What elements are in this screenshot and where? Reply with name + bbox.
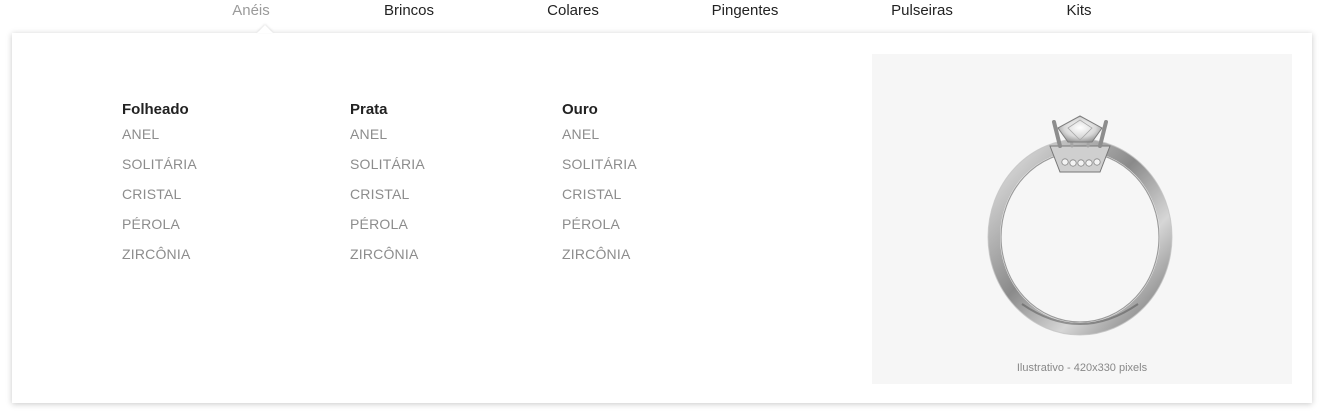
nav-item-pulseiras[interactable]: Pulseiras [891, 0, 953, 22]
menu-column-prata: Prata ANEL SOLITÁRIA CRISTAL PÉROLA ZIRC… [350, 101, 425, 269]
menu-column-ouro: Ouro ANEL SOLITÁRIA CRISTAL PÉROLA ZIRCÔ… [562, 101, 637, 269]
nav-item-aneis[interactable]: Anéis [232, 0, 270, 22]
promo-banner[interactable]: Ilustrativo - 420x330 pixels [872, 54, 1292, 384]
ring-image [987, 115, 1173, 336]
menu-link[interactable]: CRISTAL [122, 179, 197, 209]
column-heading: Folheado [122, 101, 189, 118]
menu-link[interactable]: CRISTAL [562, 179, 637, 209]
menu-link[interactable]: CRISTAL [350, 179, 425, 209]
nav-item-kits[interactable]: Kits [1066, 0, 1091, 22]
mega-menu-dropdown: Folheado ANEL SOLITÁRIA CRISTAL PÉROLA Z… [12, 25, 1312, 403]
dropdown-caret [257, 25, 273, 33]
column-heading: Ouro [562, 101, 598, 118]
menu-link[interactable]: ANEL [350, 119, 425, 149]
menu-column-folheado: Folheado ANEL SOLITÁRIA CRISTAL PÉROLA Z… [122, 101, 197, 269]
menu-link[interactable]: SOLITÁRIA [350, 149, 425, 179]
menu-link[interactable]: SOLITÁRIA [562, 149, 637, 179]
menu-link[interactable]: PÉROLA [122, 209, 197, 239]
menu-link[interactable]: PÉROLA [562, 209, 637, 239]
menu-link[interactable]: PÉROLA [350, 209, 425, 239]
menu-link[interactable]: ANEL [562, 119, 637, 149]
nav-item-brincos[interactable]: Brincos [384, 0, 434, 22]
column-heading: Prata [350, 101, 388, 118]
promo-caption: Ilustrativo - 420x330 pixels [1016, 362, 1148, 374]
top-navigation: Anéis Brincos Colares Pingentes Pulseira… [0, 0, 1324, 24]
nav-item-pingentes[interactable]: Pingentes [712, 0, 779, 22]
menu-link[interactable]: SOLITÁRIA [122, 149, 197, 179]
menu-link[interactable]: ZIRCÔNIA [122, 239, 197, 269]
menu-link[interactable]: ZIRCÔNIA [350, 239, 425, 269]
menu-link[interactable]: ANEL [122, 119, 197, 149]
nav-item-colares[interactable]: Colares [547, 0, 599, 22]
menu-link[interactable]: ZIRCÔNIA [562, 239, 637, 269]
